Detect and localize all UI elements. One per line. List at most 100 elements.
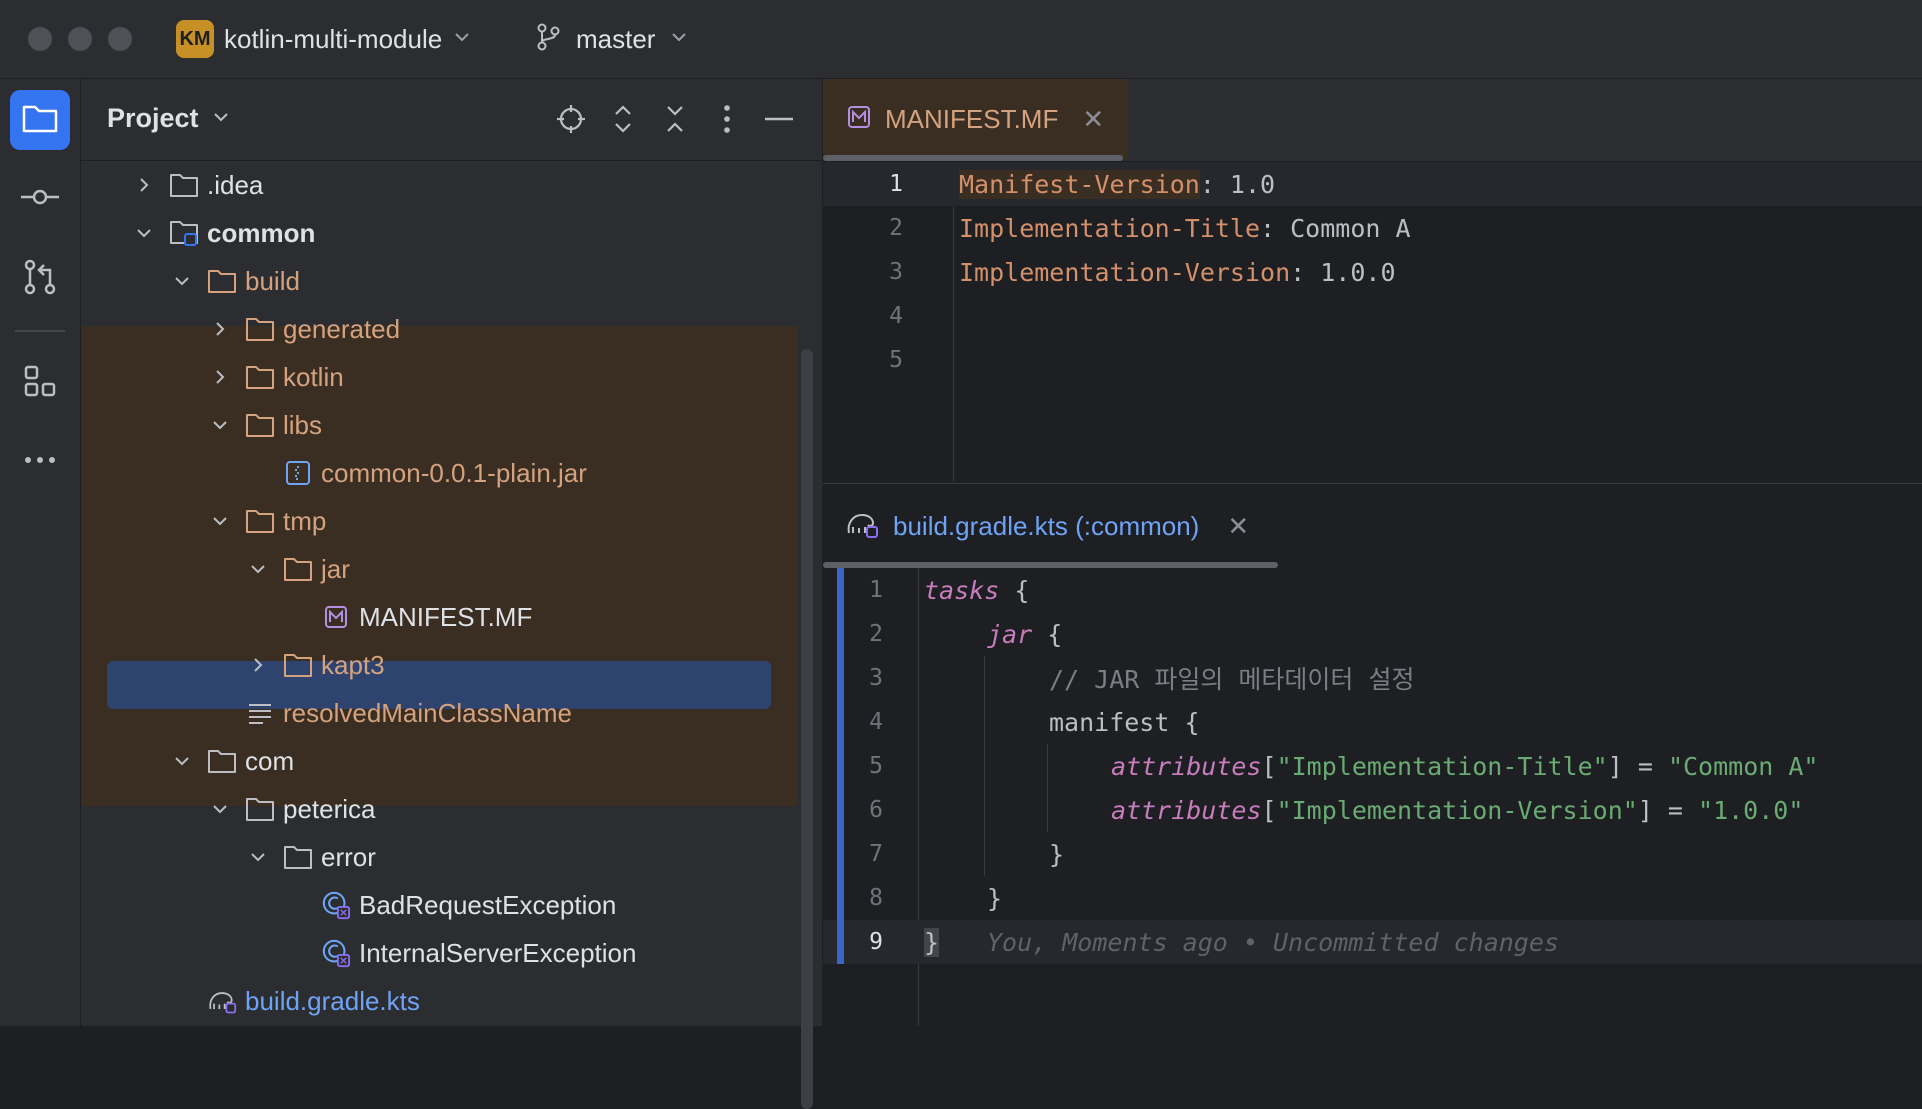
line-number: 5 <box>889 347 903 373</box>
chevron-right-icon[interactable] <box>245 652 271 678</box>
line-number: 1 <box>869 577 883 603</box>
tree-item-build[interactable]: build <box>81 257 797 305</box>
chevron-right-icon[interactable] <box>207 316 233 342</box>
project-view-selector[interactable]: Project <box>107 103 231 134</box>
project-name: kotlin-multi-module <box>224 23 443 54</box>
tree-item-jar[interactable]: jar <box>81 545 797 593</box>
line-number: 6 <box>869 797 883 823</box>
tree-item-kapt3[interactable]: kapt3 <box>81 641 797 689</box>
tree-item-common-0-0-1-plain-jar[interactable]: common-0.0.1-plain.jar <box>81 449 797 497</box>
tree-item-resolvedmainclassname[interactable]: resolvedMainClassName <box>81 689 797 737</box>
tree-item-label: build <box>245 265 300 296</box>
kotlin-class-icon <box>321 890 351 920</box>
chevron-down-icon[interactable] <box>169 748 195 774</box>
manifest-editor[interactable]: 1 Manifest-Version: 1.0 2 Implementation-Ti… <box>823 162 1922 482</box>
minimize-window-button[interactable] <box>68 27 92 51</box>
commit-tool-button[interactable] <box>10 169 70 229</box>
more-tools-button[interactable] <box>10 431 70 491</box>
code-string: "1.0.0" <box>1698 795 1804 825</box>
tree-item-badrequestexception[interactable]: BadRequestException <box>81 881 797 929</box>
tree-item-idea[interactable]: .idea <box>81 161 797 209</box>
folder-icon <box>283 554 313 584</box>
tree-item-generated[interactable]: generated <box>81 305 797 353</box>
code-line-8: 8 } <box>823 876 1922 920</box>
tree-item-kotlin[interactable]: kotlin <box>81 353 797 401</box>
chevron-down-icon[interactable] <box>207 796 233 822</box>
manifest-file-icon <box>321 602 351 632</box>
tree-item-tmp[interactable]: tmp <box>81 497 797 545</box>
code-token: ] = <box>1607 751 1668 781</box>
project-switcher[interactable]: KM kotlin-multi-module <box>176 18 472 60</box>
tab-scroll-indicator <box>823 155 1123 161</box>
structure-tool-button[interactable] <box>10 353 70 413</box>
line-number: 8 <box>869 885 883 911</box>
chevron-right-icon[interactable] <box>207 364 233 390</box>
tree-item-label: jar <box>321 553 350 584</box>
project-tree: .idea common build generated kotlin libs commo… <box>81 161 797 1026</box>
tree-item-build-gradle-kts[interactable]: build.gradle.kts <box>81 977 797 1025</box>
gradle-icon <box>207 986 237 1016</box>
chevron-down-icon[interactable] <box>207 508 233 534</box>
branch-switcher[interactable]: master <box>534 18 689 60</box>
pull-requests-icon <box>22 258 58 301</box>
tree-item-label: common <box>207 217 316 248</box>
expand-all-icon[interactable] <box>605 101 641 137</box>
tree-item-label: resolvedMainClassName <box>283 697 572 728</box>
tree-item-common[interactable]: common <box>81 209 797 257</box>
line-number: 2 <box>889 215 903 241</box>
pull-requests-tool-button[interactable] <box>10 249 70 309</box>
folder-icon <box>245 314 275 344</box>
tab-label: build.gradle.kts (:common) <box>893 510 1200 541</box>
locate-icon[interactable] <box>553 101 589 137</box>
folder-icon <box>283 650 313 680</box>
manifest-value: : 1.0 <box>1199 169 1276 199</box>
folder-icon <box>169 170 199 200</box>
manifest-line-5: 5 <box>823 338 1922 382</box>
tree-item-libs[interactable]: libs <box>81 401 797 449</box>
hide-panel-icon[interactable] <box>761 101 797 137</box>
zoom-window-button[interactable] <box>108 27 132 51</box>
collapse-all-icon[interactable] <box>657 101 693 137</box>
top-editor-tabbar: MANIFEST.MF ✕ <box>823 79 1922 162</box>
code-token: ] = <box>1637 795 1699 825</box>
tree-item-label: com <box>245 745 295 776</box>
tab-build-gradle[interactable]: build.gradle.kts (:common) ✕ <box>845 484 1249 568</box>
folder-icon <box>207 746 237 776</box>
tree-item-com[interactable]: com <box>81 737 797 785</box>
manifest-key: Manifest-Version <box>959 169 1200 199</box>
gradle-editor[interactable]: 1 tasks { 2 jar { 3 // JAR 파일의 메타데이터 설정 … <box>823 568 1922 1026</box>
code-token: tasks <box>924 575 1000 605</box>
code-token: { <box>1032 619 1063 649</box>
chevron-down-icon[interactable] <box>169 268 195 294</box>
options-menu-icon[interactable] <box>709 101 745 137</box>
chevron-right-icon[interactable] <box>131 172 157 198</box>
close-window-button[interactable] <box>28 27 52 51</box>
text-file-icon <box>245 698 275 728</box>
title-bar: KM kotlin-multi-module master <box>0 0 1922 79</box>
chevron-down-icon[interactable] <box>245 844 271 870</box>
manifest-file-icon <box>847 105 871 134</box>
chevron-down-icon[interactable] <box>207 412 233 438</box>
code-line-1: 1 tasks { <box>823 568 1922 612</box>
tree-scrollbar[interactable] <box>801 349 813 1109</box>
code-string: "Implementation-Version" <box>1276 795 1638 825</box>
tree-item-manifest-mf[interactable]: MANIFEST.MF <box>81 593 797 641</box>
folder-icon <box>245 794 275 824</box>
tree-item-peterica[interactable]: peterica <box>81 785 797 833</box>
code-token: attributes <box>1111 795 1262 825</box>
tab-manifest[interactable]: MANIFEST.MF ✕ <box>823 79 1129 160</box>
tree-item-internalserverexception[interactable]: InternalServerException <box>81 929 797 977</box>
module-folder-icon <box>169 218 199 248</box>
tree-item-error[interactable]: error <box>81 833 797 881</box>
chevron-down-icon <box>452 27 472 52</box>
close-icon[interactable]: ✕ <box>1082 104 1104 135</box>
tree-item-label: error <box>321 841 376 872</box>
chevron-down-icon[interactable] <box>245 556 271 582</box>
project-tool-button[interactable] <box>10 90 70 150</box>
code-token: attributes <box>1111 751 1262 781</box>
close-icon[interactable]: ✕ <box>1227 511 1249 542</box>
line-number: 7 <box>869 841 883 867</box>
code-line-7: 7 } <box>823 832 1922 876</box>
chevron-down-icon[interactable] <box>131 220 157 246</box>
